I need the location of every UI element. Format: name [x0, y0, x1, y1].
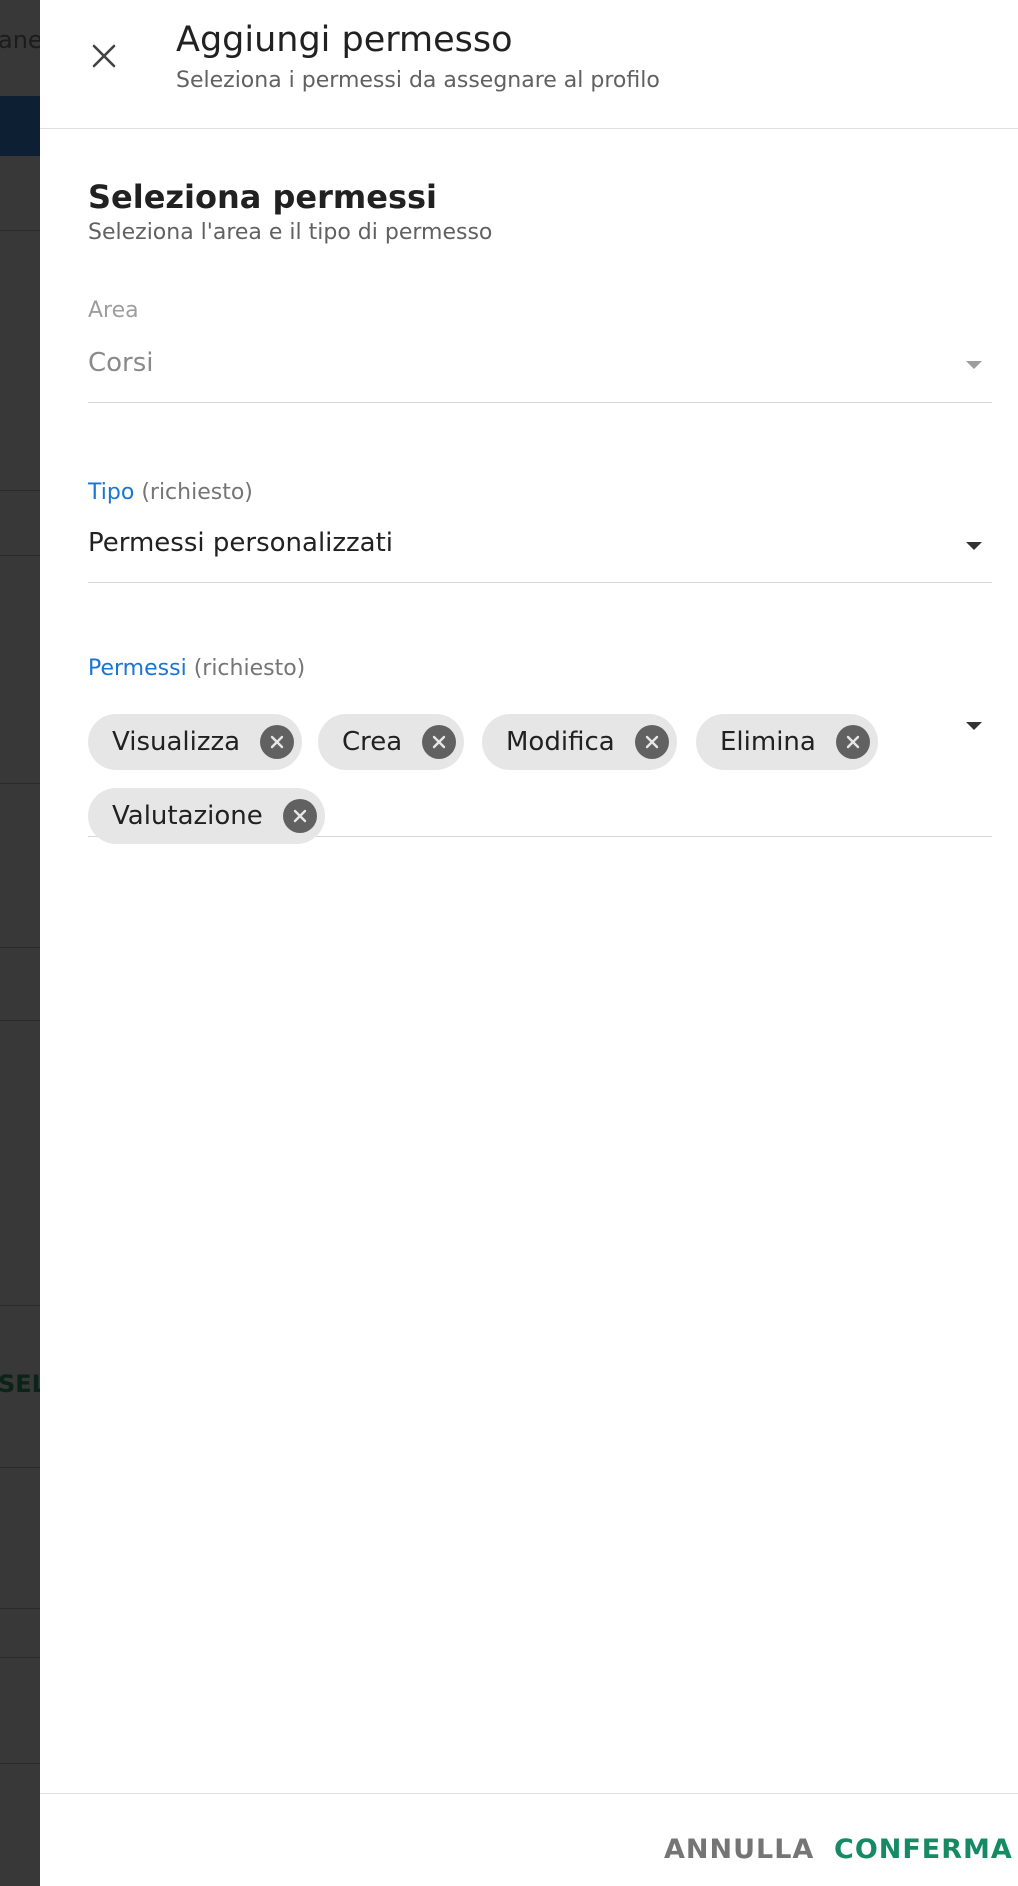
chevron-down-icon	[966, 361, 982, 369]
section-subtitle: Seleziona l'area e il tipo di permesso	[88, 220, 493, 245]
background-divider	[0, 1763, 40, 1764]
tipo-label-text: Tipo	[88, 480, 135, 505]
background-divider	[0, 1305, 40, 1306]
close-icon	[92, 44, 116, 68]
background-divider	[0, 1608, 40, 1609]
drawer-title: Aggiungi permesso	[176, 20, 513, 60]
chip-remove-icon[interactable]	[835, 725, 870, 759]
chip-label: Elimina	[720, 727, 816, 757]
background-text-fragment: ane	[0, 26, 40, 54]
area-label: Area	[88, 298, 139, 323]
drawer-footer: ANNULLA CONFERMA	[40, 1793, 1018, 1886]
background-header-bar	[0, 96, 40, 156]
area-value: Corsi	[88, 348, 154, 378]
background-page: ane SEL	[0, 0, 40, 1886]
background-divider	[0, 947, 40, 948]
section-title: Seleziona permessi	[88, 178, 438, 216]
chip-remove-icon[interactable]	[260, 725, 295, 759]
chevron-down-icon[interactable]	[966, 542, 982, 550]
chip-elimina: Elimina	[696, 714, 878, 770]
chip-valutazione: Valutazione	[88, 788, 325, 844]
background-divider	[0, 783, 40, 784]
background-button-fragment: SEL	[0, 1370, 40, 1398]
chip-crea: Crea	[318, 714, 465, 770]
chip-visualizza: Visualizza	[88, 714, 303, 770]
background-divider	[0, 490, 40, 491]
background-divider	[0, 1657, 40, 1658]
permessi-label-text: Permessi	[88, 656, 187, 681]
confirm-button[interactable]: CONFERMA	[834, 1834, 1013, 1865]
area-select: Area Corsi	[88, 296, 992, 403]
add-permission-drawer: Aggiungi permesso Seleziona i permessi d…	[40, 0, 1018, 1886]
tipo-select[interactable]: Tipo (richiesto) Permessi personalizzati	[88, 480, 992, 583]
chip-modifica: Modifica	[482, 714, 677, 770]
permessi-required-hint: (richiesto)	[193, 656, 306, 681]
chip-remove-icon[interactable]	[422, 725, 457, 759]
chip-label: Crea	[342, 727, 403, 757]
permessi-label: Permessi (richiesto)	[88, 656, 305, 681]
close-button[interactable]	[84, 36, 124, 76]
background-divider	[0, 1020, 40, 1021]
tipo-label: Tipo (richiesto)	[88, 480, 253, 505]
background-divider	[0, 1467, 40, 1468]
chevron-down-icon[interactable]	[966, 722, 982, 730]
tipo-required-hint: (richiesto)	[141, 480, 253, 505]
chip-remove-icon[interactable]	[282, 799, 317, 833]
chip-label: Visualizza	[112, 727, 241, 757]
drawer-header: Aggiungi permesso Seleziona i permessi d…	[40, 0, 1018, 129]
tipo-value: Permessi personalizzati	[88, 528, 394, 558]
drawer-subtitle: Seleziona i permessi da assegnare al pro…	[176, 68, 660, 93]
cancel-button[interactable]: ANNULLA	[664, 1834, 814, 1865]
background-divider	[0, 230, 40, 231]
chip-label: Valutazione	[112, 801, 263, 831]
permessi-select[interactable]: Permessi (richiesto) Visualizza Crea Mod…	[88, 656, 992, 844]
chip-remove-icon[interactable]	[634, 725, 669, 759]
background-divider	[0, 555, 40, 556]
chip-label: Modifica	[506, 727, 615, 757]
